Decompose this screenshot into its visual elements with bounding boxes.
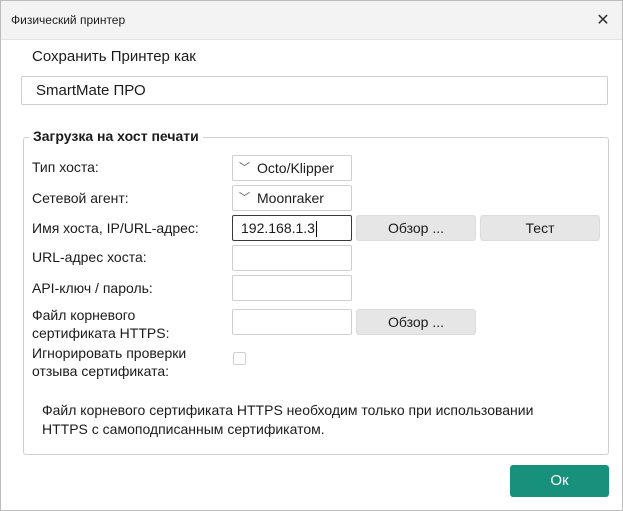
ok-button[interactable]: Ок [510,465,609,497]
group-title: Загрузка на хост печати [29,128,203,144]
hostname-label: Имя хоста, IP/URL-адрес: [32,220,199,236]
ignore-revocation-label-line2: отзыва сертификата: [32,363,170,379]
note-line-2: HTTPS с самоподписанным сертификатом. [42,421,325,437]
https-cert-note: Файл корневого сертификата HTTPS необход… [42,401,602,439]
title-bar: Физический принтер ✕ [1,1,622,40]
api-key-label: API-ключ / пароль: [32,280,153,296]
network-agent-label: Сетевой агент: [32,190,129,206]
host-type-label: Тип хоста: [32,159,99,175]
chevron-down-icon: ﹀ [239,192,250,204]
test-button[interactable]: Тест [480,215,600,241]
https-cert-input[interactable] [232,309,352,335]
close-button[interactable]: ✕ [592,9,614,31]
host-type-select[interactable]: ﹀ Octo/Klipper [232,155,352,181]
window-title: Физический принтер [11,13,126,27]
ignore-revocation-checkbox[interactable] [233,352,246,365]
save-as-label: Сохранить Принтер как [32,48,196,65]
ignore-revocation-label-line1: Игнорировать проверки [32,345,187,361]
hostname-input[interactable]: 192.168.1.3 [232,215,352,241]
https-cert-label-line2: сертификата HTTPS: [32,325,170,341]
browse-button[interactable]: Обзор ... [356,215,476,241]
host-type-value: Octo/Klipper [257,160,335,176]
api-key-input[interactable] [232,275,352,301]
printer-name-input[interactable]: SmartMate ПРО [21,76,608,105]
host-url-input[interactable] [232,245,352,271]
chevron-down-icon: ﹀ [239,162,250,174]
hostname-value: 192.168.1.3 [241,220,315,236]
https-cert-label-line1: Файл корневого [32,307,136,323]
network-agent-value: Moonraker [257,190,324,206]
text-caret [315,221,317,238]
close-icon: ✕ [596,12,610,29]
host-url-label: URL-адрес хоста: [32,249,147,265]
browse-cert-button[interactable]: Обзор ... [356,309,476,335]
network-agent-select[interactable]: ﹀ Moonraker [232,185,352,211]
note-line-1: Файл корневого сертификата HTTPS необход… [42,402,534,418]
physical-printer-dialog: Физический принтер ✕ Сохранить Принтер к… [0,0,623,511]
